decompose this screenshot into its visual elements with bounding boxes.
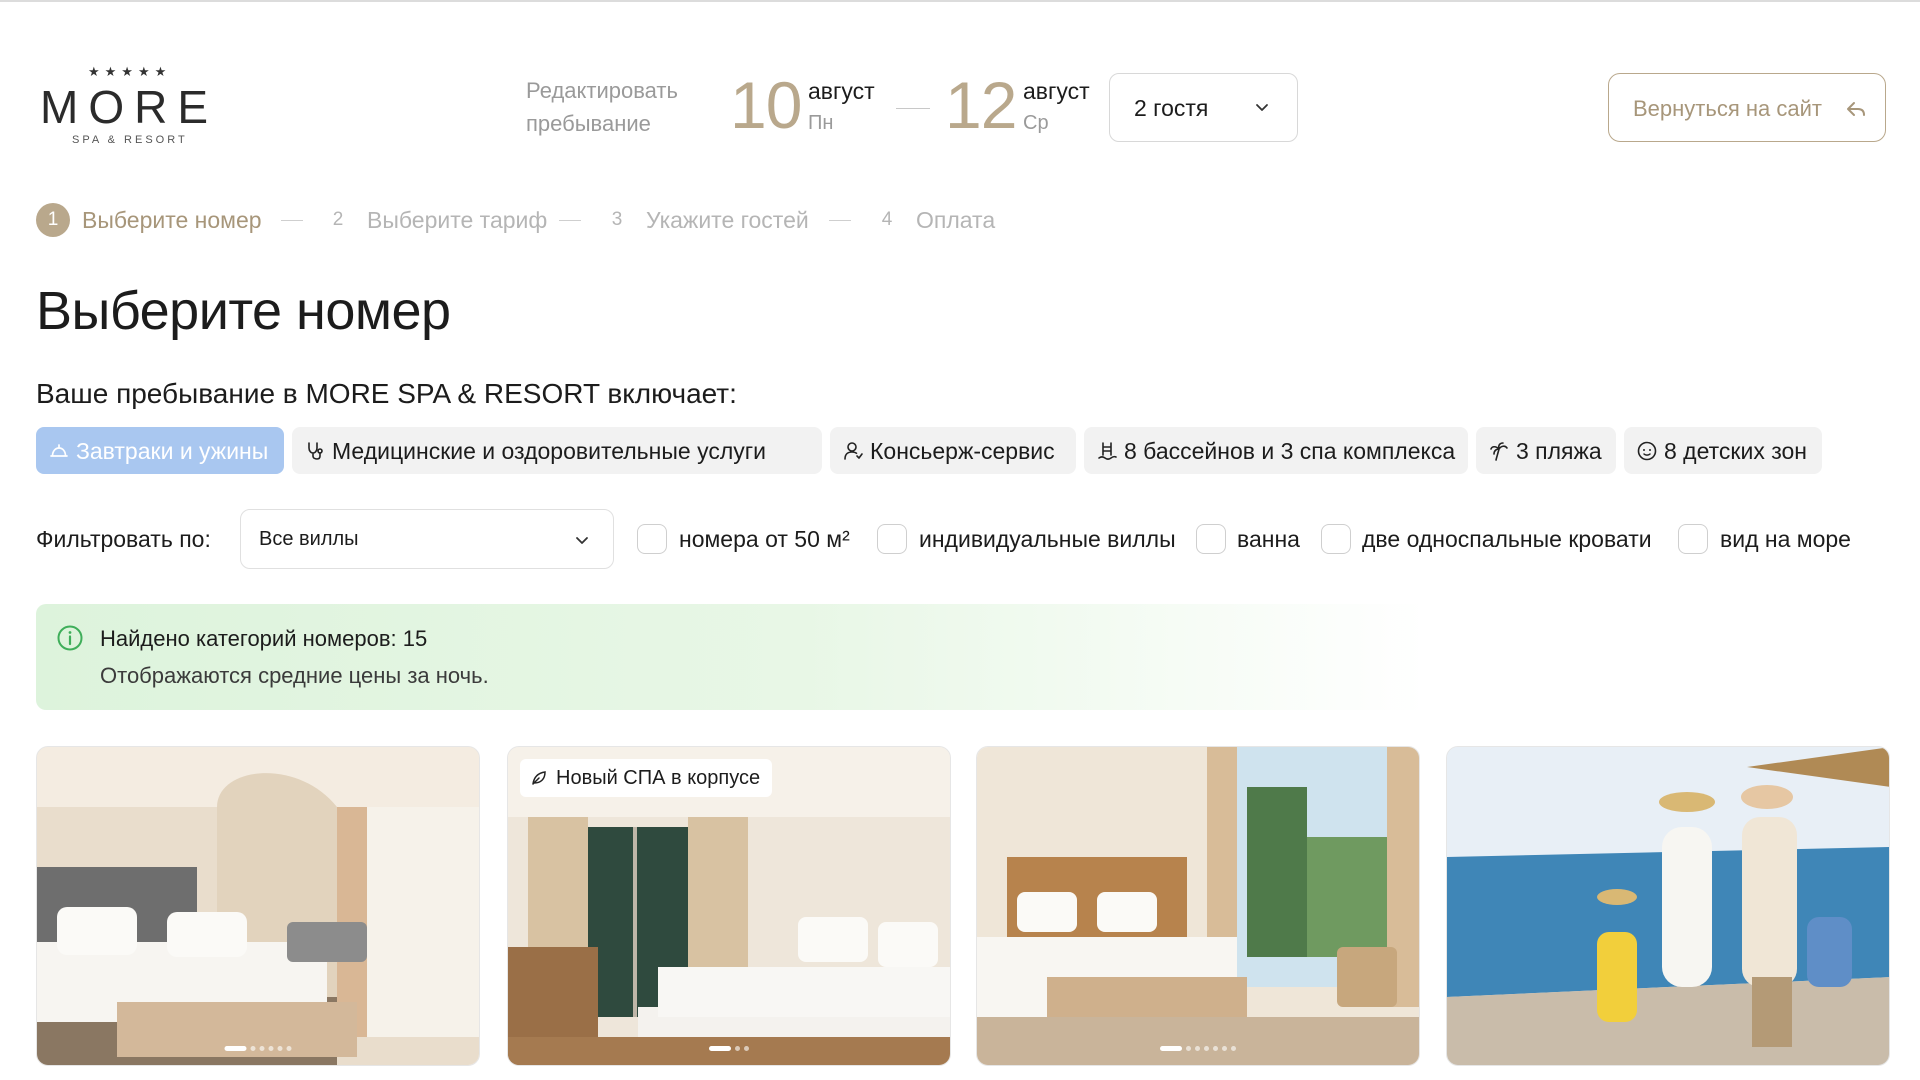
stethoscope-icon (308, 442, 323, 460)
chip-beaches[interactable]: 3 пляжа (1476, 427, 1616, 474)
carousel-dot[interactable] (259, 1046, 265, 1051)
check-in-month: август (808, 78, 875, 104)
checkbox-label[interactable]: индивидуальные виллы (919, 526, 1176, 553)
checkbox-individual-villas[interactable] (877, 524, 907, 554)
results-count: Найдено категорий номеров: 15 (100, 626, 428, 651)
carousel-dot[interactable] (1231, 1046, 1236, 1051)
check-out-weekday: Ср (1023, 112, 1049, 134)
carousel-dot[interactable] (744, 1046, 749, 1051)
logo-stars: ★★★★★ (88, 64, 172, 79)
step-4-number: 4 (881, 209, 893, 230)
step-2-number: 2 (332, 209, 344, 230)
chip-label: 3 пляжа (1516, 438, 1602, 464)
carousel-dot-active[interactable] (224, 1046, 247, 1051)
check-out-day: 12 (945, 68, 1017, 142)
step-1-number: 1 (36, 203, 70, 237)
chip-medical[interactable]: Медицинские и оздоровительные услуги (292, 427, 822, 474)
leaf-icon (532, 771, 546, 785)
guests-select[interactable]: 2 гостя (1109, 73, 1298, 142)
chip-kids[interactable]: 8 детских зон (1624, 427, 1822, 474)
back-to-site-button[interactable]: Вернуться на сайт (1608, 73, 1886, 142)
guests-value: 2 гостя (1134, 95, 1209, 121)
carousel-dot-active[interactable] (1160, 1046, 1182, 1051)
step-3-number: 3 (611, 209, 623, 230)
step-2-label[interactable]: Выберите тариф (367, 207, 547, 234)
room-card[interactable] (36, 746, 480, 1066)
chip-label: Завтраки и ужины (76, 438, 269, 464)
room-card[interactable]: Новый СПА в корпусе (507, 746, 951, 1066)
villa-filter-value: Все виллы (259, 528, 359, 550)
checkbox-bathtub[interactable] (1196, 524, 1226, 554)
carousel-dot[interactable] (268, 1046, 274, 1051)
chip-concierge[interactable]: Консьерж-сервис (830, 427, 1076, 474)
edit-stay-link[interactable]: Редактировать пребывание (526, 74, 696, 140)
checkbox-label[interactable]: две односпальные кровати (1362, 526, 1652, 553)
check-out-date[interactable]: 12 август Ср (945, 70, 1105, 140)
results-note: Отображаются средние цены за ночь. (100, 663, 489, 688)
checkbox-area-50[interactable] (637, 524, 667, 554)
chip-label: 8 бассейнов и 3 спа комплекса (1124, 438, 1456, 464)
carousel-dots[interactable] (709, 1046, 749, 1051)
badge-label: Новый СПА в корпусе (556, 767, 761, 789)
concierge-icon (844, 442, 863, 460)
step-3-label[interactable]: Укажите гостей (646, 207, 809, 234)
carousel-dot[interactable] (277, 1046, 283, 1051)
chip-label: Консьерж-сервис (870, 438, 1055, 464)
chevron-down-icon (1256, 104, 1268, 111)
step-separator (559, 220, 581, 221)
checkbox-twin-beds[interactable] (1321, 524, 1351, 554)
checkbox-label[interactable]: вид на море (1720, 526, 1851, 553)
carousel-dot[interactable] (1204, 1046, 1209, 1051)
step-separator (829, 220, 851, 221)
check-out-month: август (1023, 78, 1090, 104)
carousel-dot[interactable] (1222, 1046, 1227, 1051)
check-in-weekday: Пн (808, 112, 834, 134)
carousel-dot[interactable] (1213, 1046, 1218, 1051)
step-4-label[interactable]: Оплата (916, 207, 995, 234)
checkbox-label[interactable]: ванна (1237, 526, 1300, 553)
palm-tree-icon (1490, 442, 1508, 461)
includes-title: Ваше пребывание в MORE SPA & RESORT вклю… (36, 378, 737, 409)
carousel-dot[interactable] (250, 1046, 256, 1051)
carousel-dots[interactable] (224, 1046, 292, 1051)
carousel-dots[interactable] (1160, 1046, 1236, 1051)
check-in-date[interactable]: 10 август Пн (730, 70, 890, 140)
info-icon (57, 625, 83, 651)
step-separator (281, 220, 303, 221)
room-card[interactable] (1446, 746, 1890, 1066)
chip-pools[interactable]: 8 бассейнов и 3 спа комплекса (1084, 427, 1468, 474)
room-photo (977, 747, 1419, 1065)
villa-filter-select[interactable]: Все виллы (240, 509, 614, 569)
chip-label: 8 детских зон (1664, 438, 1807, 464)
baby-face-icon (1637, 441, 1657, 461)
carousel-dot[interactable] (1186, 1046, 1191, 1051)
family-beach-photo (1447, 747, 1889, 1065)
pool-ladder-icon (1098, 442, 1117, 460)
logo-wordmark: MORE (40, 81, 218, 133)
brand-logo[interactable]: ★★★★★ MORE SPA & RESORT (40, 64, 215, 150)
room-card[interactable] (976, 746, 1420, 1066)
checkbox-label[interactable]: номера от 50 м² (679, 526, 850, 553)
room-photo (37, 747, 479, 1065)
logo-subtitle: SPA & RESORT (72, 134, 188, 146)
top-border (0, 0, 1920, 2)
back-to-site-label: Вернуться на сайт (1633, 96, 1822, 121)
reply-arrow-icon (1847, 102, 1865, 116)
chip-label: Медицинские и оздоровительные услуги (332, 438, 766, 464)
chevron-down-icon (576, 537, 588, 544)
carousel-dot[interactable] (286, 1046, 292, 1051)
carousel-dot[interactable] (735, 1046, 740, 1051)
page-title: Выберите номер (36, 281, 451, 341)
carousel-dot-active[interactable] (709, 1046, 731, 1051)
chip-meals[interactable]: Завтраки и ужины (36, 427, 284, 474)
cloche-icon (50, 444, 68, 457)
date-separator (896, 108, 930, 109)
filter-label: Фильтровать по: (36, 526, 211, 552)
checkbox-sea-view[interactable] (1678, 524, 1708, 554)
check-in-day: 10 (730, 68, 802, 142)
spa-badge: Новый СПА в корпусе (520, 759, 773, 797)
carousel-dot[interactable] (1195, 1046, 1200, 1051)
results-info-banner: Найдено категорий номеров: 15 Отображают… (36, 604, 1426, 710)
step-1-label[interactable]: Выберите номер (82, 207, 262, 234)
